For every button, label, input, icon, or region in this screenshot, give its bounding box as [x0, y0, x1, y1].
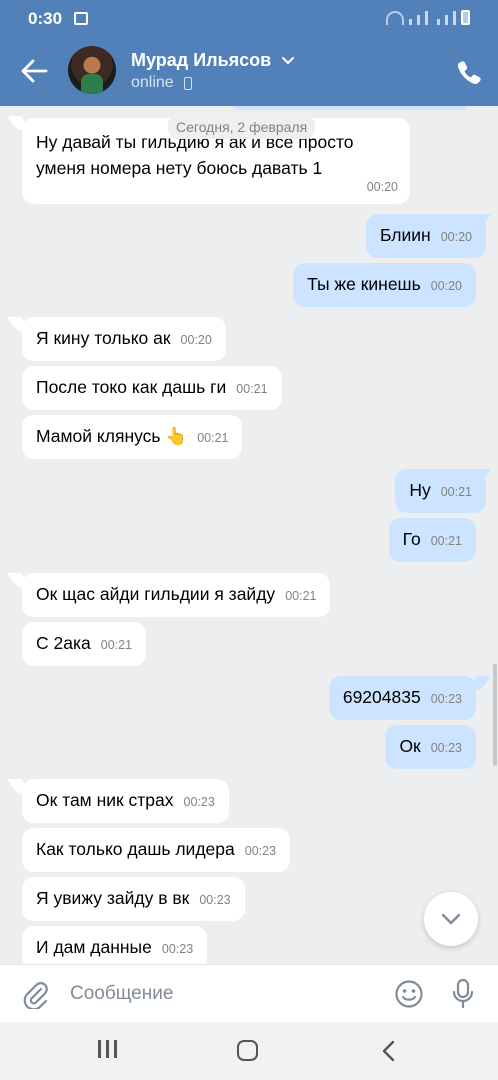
message-time: 00:21 — [440, 485, 472, 499]
message-composer: Сообщение — [0, 964, 498, 1022]
message-time: 00:21 — [100, 638, 133, 652]
signal-bar-icon — [409, 19, 412, 25]
signal-bar-icon — [445, 15, 448, 25]
message-bubble-incoming[interactable]: Я увижу зайду в вк 00:23 — [22, 877, 245, 921]
message-time: 00:23 — [430, 741, 462, 755]
back-nav-icon[interactable] — [378, 1040, 402, 1062]
message-text: Ты же кинешь — [307, 274, 421, 294]
message-bubble-incoming[interactable]: Я кину только ак 00:20 — [22, 317, 226, 361]
battery-icon — [461, 10, 470, 25]
message-time: 00:20 — [180, 333, 212, 347]
message-bubble-incoming[interactable]: Как только дашь лидера 00:23 — [22, 828, 291, 872]
emoji-icon[interactable] — [394, 979, 424, 1009]
message-time: 00:23 — [161, 942, 194, 956]
message-bubble-outgoing[interactable]: Ты же кинешь 00:20 — [293, 263, 476, 307]
message-bubble-incoming[interactable]: С 2ака 00:21 — [22, 622, 147, 666]
scrollbar[interactable] — [493, 664, 497, 766]
contact-name[interactable]: Мурад Ильясов — [131, 50, 271, 71]
message-text: Как только дашь лидера — [36, 839, 235, 859]
message-time: 00:23 — [430, 692, 462, 706]
message-bubble-outgoing[interactable]: Ок 00:23 — [385, 725, 476, 769]
message-bubble-incoming[interactable]: После токо как дашь ги 00:21 — [22, 366, 282, 410]
home-icon[interactable] — [237, 1040, 258, 1061]
message-text: После токо как дашь ги — [36, 377, 227, 397]
partial-message-bubble — [230, 106, 470, 110]
message-bubble-incoming[interactable]: Ок щас айди гильдии я зайду 00:21 — [22, 573, 331, 617]
recent-apps-icon[interactable] — [98, 1040, 122, 1062]
message-bubble-incoming[interactable]: Мамой клянусь 👆 00:21 — [22, 415, 243, 459]
chat-header: 0:30 Мурад Ильясов online — [0, 0, 498, 106]
message-time: 00:23 — [199, 893, 231, 907]
message-time: 00:20 — [430, 279, 462, 293]
message-text: Ок — [399, 736, 421, 756]
signal-bar-icon — [453, 11, 456, 25]
status-icons — [386, 10, 470, 25]
message-text: уменя номера нету боюсь давать 1 — [36, 158, 323, 178]
message-text: Ну — [409, 480, 431, 500]
avatar[interactable] — [68, 46, 116, 94]
message-time: 00:21 — [430, 534, 462, 548]
message-time: 00:21 — [236, 382, 268, 396]
date-separator: Сегодня, 2 февраля — [168, 115, 316, 139]
message-text: Я кину только ак — [36, 328, 171, 348]
message-text: И дам данные — [36, 937, 152, 957]
scroll-down-button[interactable] — [424, 892, 478, 946]
message-time: 00:21 — [285, 589, 317, 603]
message-time: 00:20 — [366, 180, 398, 194]
message-bubble-outgoing[interactable]: Го 00:21 — [388, 518, 476, 562]
message-text: Го — [402, 529, 421, 549]
message-input[interactable]: Сообщение — [70, 983, 173, 1005]
back-arrow-icon[interactable] — [20, 58, 50, 84]
system-navigation-bar — [0, 1022, 498, 1080]
wifi-icon — [386, 11, 404, 25]
message-text: Я увижу зайду в вк — [36, 888, 190, 908]
microphone-icon[interactable] — [450, 978, 476, 1010]
chevron-down-icon[interactable] — [280, 52, 296, 68]
chevron-down-icon — [441, 913, 461, 925]
phone-icon[interactable] — [455, 59, 483, 85]
message-time: 00:20 — [440, 230, 472, 244]
message-text: 69204835 — [342, 687, 421, 707]
signal-bar-icon — [425, 11, 428, 25]
message-text: Ок щас айди гильдии я зайду — [36, 584, 276, 604]
message-text: Мамой клянусь 👆 — [36, 426, 188, 446]
online-status: online — [131, 74, 174, 91]
status-bar: 0:30 — [0, 0, 498, 38]
gallery-notification-icon — [74, 12, 88, 25]
status-time: 0:30 — [28, 9, 63, 28]
message-text: Ок там ник страх — [36, 790, 174, 810]
message-bubble-incoming[interactable]: Ок там ник страх 00:23 — [22, 779, 229, 823]
message-bubble-outgoing[interactable]: Блиин 00:20 — [366, 214, 486, 258]
message-list[interactable]: Сегодня, 2 февраля Ну давай ты гильдию я… — [0, 106, 498, 964]
message-time: 00:23 — [183, 795, 215, 809]
signal-bar-icon — [437, 19, 440, 25]
mobile-device-icon — [184, 77, 192, 90]
message-bubble-outgoing[interactable]: 69204835 00:23 — [328, 676, 476, 720]
signal-bar-icon — [417, 15, 420, 25]
message-bubble-incoming[interactable]: И дам данные 00:23 — [22, 926, 208, 964]
paperclip-icon[interactable] — [22, 979, 48, 1009]
message-text: Блиин — [380, 225, 431, 245]
message-time: 00:23 — [244, 844, 277, 858]
message-text: С 2ака — [36, 633, 91, 653]
message-time: 00:21 — [197, 431, 229, 445]
